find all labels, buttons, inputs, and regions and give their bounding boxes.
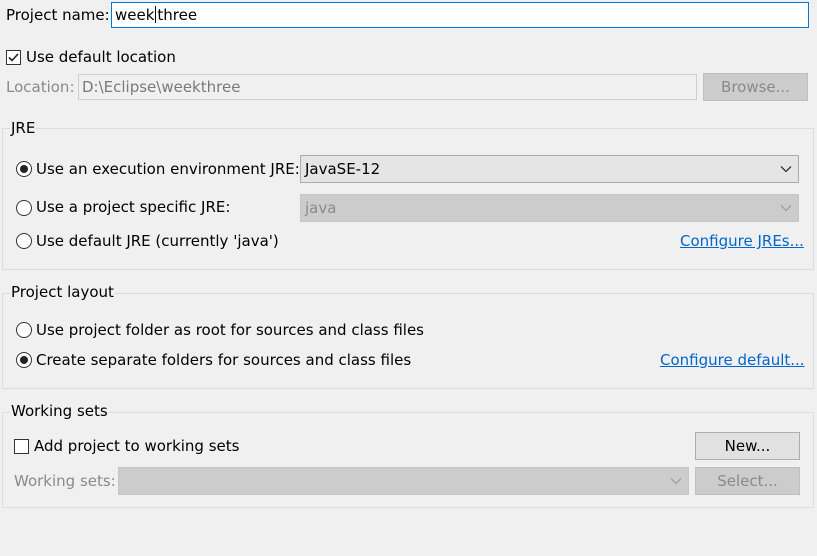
jre-project-specific-label: Use a project specific JRE:: [36, 198, 231, 216]
use-default-location-checkbox[interactable]: [6, 50, 21, 65]
jre-exec-env-radio[interactable]: [16, 161, 32, 177]
configure-jres-link[interactable]: Configure JREs...: [680, 231, 804, 251]
jre-project-specific-radio[interactable]: [16, 200, 32, 216]
working-sets-label: Working sets:: [14, 472, 116, 490]
jre-exec-env-label: Use an execution environment JRE:: [36, 160, 300, 178]
project-name-input[interactable]: week three: [111, 2, 809, 28]
add-to-working-sets-label: Add project to working sets: [34, 437, 240, 455]
new-working-set-button[interactable]: New...: [695, 432, 800, 460]
browse-button[interactable]: Browse...: [703, 73, 808, 101]
use-default-location-label: Use default location: [26, 48, 176, 66]
chevron-down-icon: [780, 166, 792, 173]
working-sets-group-label: Working sets: [10, 401, 109, 421]
checkmark-icon: [8, 53, 19, 62]
layout-separate-label: Create separate folders for sources and …: [36, 351, 412, 369]
project-name-label: Project name:: [6, 6, 110, 24]
location-label: Location:: [6, 78, 75, 96]
chevron-down-icon: [670, 478, 682, 485]
project-layout-group-label: Project layout: [10, 282, 115, 302]
jre-group-label: JRE: [10, 118, 37, 138]
layout-separate-radio[interactable]: [16, 352, 32, 368]
project-name-text-before: week: [115, 6, 155, 24]
exec-env-value: JavaSE-12: [305, 160, 381, 178]
jre-default-radio[interactable]: [16, 233, 32, 249]
project-specific-jre-value: java: [305, 199, 337, 217]
configure-default-link[interactable]: Configure default...: [660, 350, 805, 370]
jre-default-label: Use default JRE (currently 'java'): [36, 232, 279, 250]
project-specific-jre-dropdown[interactable]: java: [300, 194, 799, 222]
project-name-text-after: three: [157, 6, 198, 24]
working-sets-dropdown[interactable]: [118, 467, 689, 495]
exec-env-dropdown[interactable]: JavaSE-12: [300, 155, 799, 183]
select-working-sets-button[interactable]: Select...: [695, 467, 800, 495]
chevron-down-icon: [780, 205, 792, 212]
location-input[interactable]: D:\Eclipse\weekthree: [78, 74, 697, 100]
layout-root-radio[interactable]: [16, 322, 32, 338]
layout-root-label: Use project folder as root for sources a…: [36, 321, 424, 339]
add-to-working-sets-checkbox[interactable]: [14, 439, 29, 454]
project-layout-group: [2, 293, 814, 389]
